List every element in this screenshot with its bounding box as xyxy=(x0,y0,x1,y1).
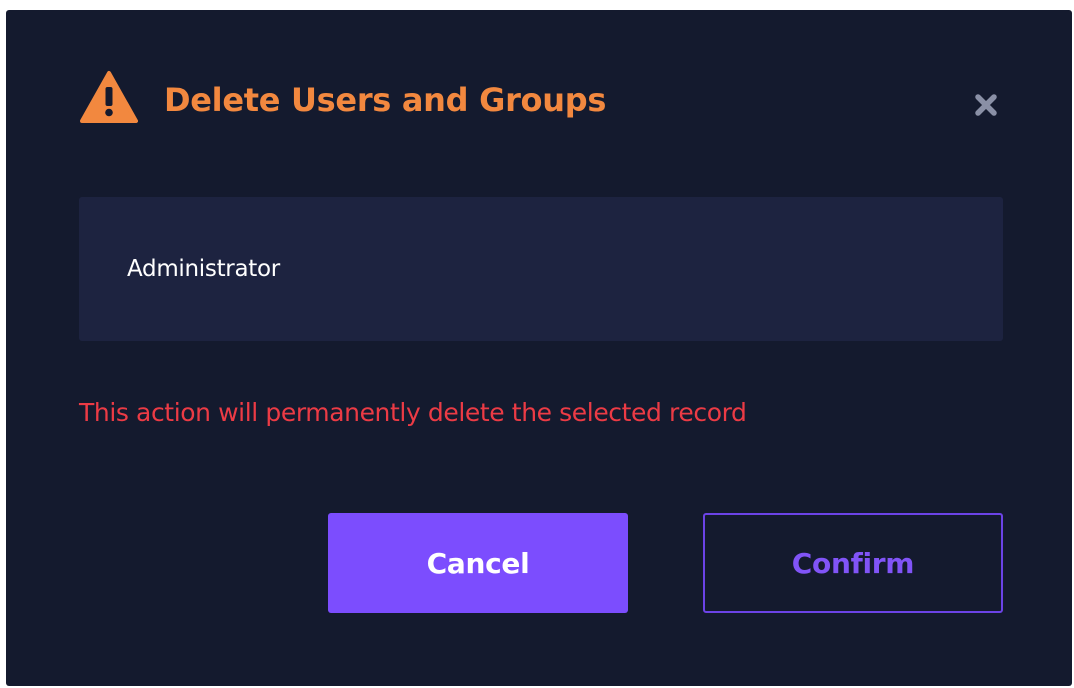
dialog-title: Delete Users and Groups xyxy=(164,81,607,119)
selected-records-list: Administrator xyxy=(79,197,1003,341)
close-button[interactable] xyxy=(971,90,1001,120)
close-icon xyxy=(975,94,997,116)
cancel-button[interactable]: Cancel xyxy=(328,513,628,613)
warning-icon xyxy=(80,71,138,123)
delete-dialog: Delete Users and Groups Administrator Th… xyxy=(6,10,1072,686)
confirm-button[interactable]: Confirm xyxy=(703,513,1003,613)
record-item: Administrator xyxy=(127,256,280,282)
warning-message: This action will permanently delete the … xyxy=(79,398,747,427)
